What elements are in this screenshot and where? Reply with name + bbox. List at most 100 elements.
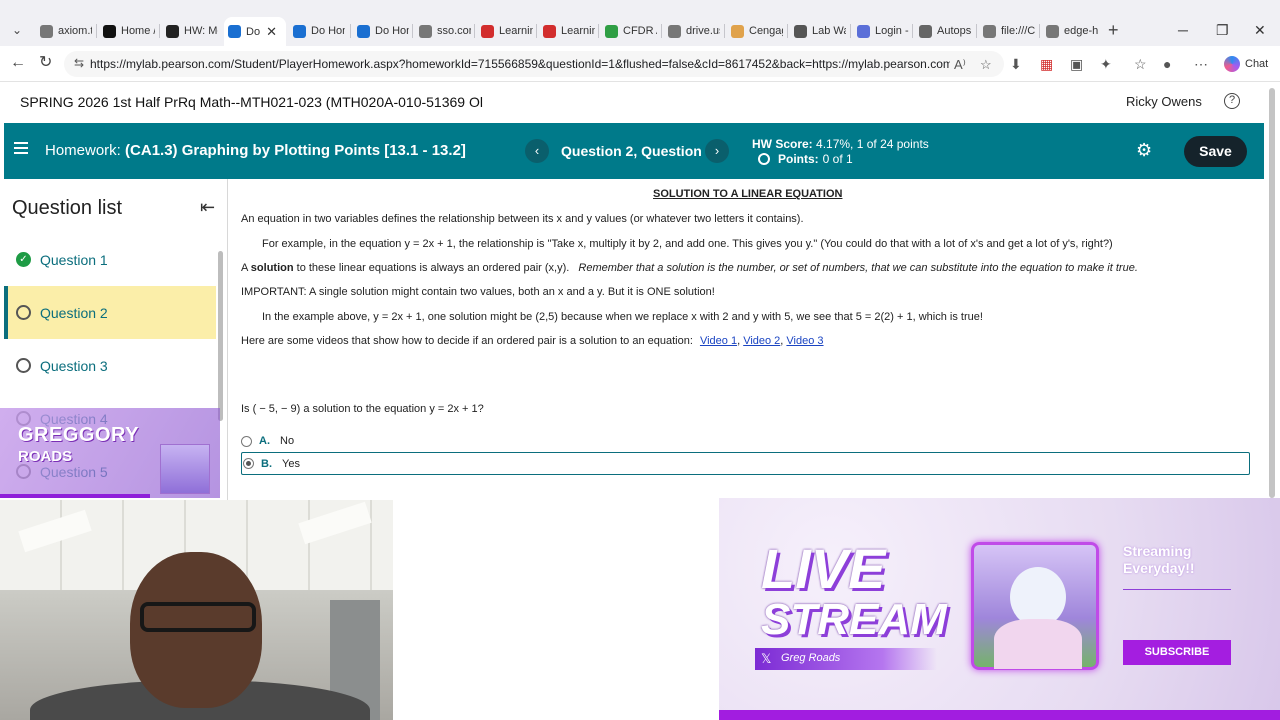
browser-tab[interactable]: drive.us — [664, 20, 720, 42]
tab-separator — [724, 24, 725, 38]
question-list-label: Question 1 — [40, 251, 108, 268]
stream-brand-overlay: GREGGORY ROADS — [0, 408, 220, 498]
page-icon — [40, 24, 53, 38]
next-question-button[interactable]: › — [705, 139, 729, 163]
video-1-link[interactable]: Video 1 — [700, 335, 737, 347]
browser-tab[interactable]: Do ✕ — [224, 17, 286, 46]
homework-title: Homework: (CA1.3) Graphing by Plotting P… — [45, 142, 466, 159]
tab-separator — [474, 24, 475, 38]
extension-icon[interactable]: ⬇ — [1010, 56, 1022, 72]
tab-label: Cengag — [749, 25, 783, 37]
question-list-scrollbar[interactable] — [218, 251, 223, 421]
video-3-link[interactable]: Video 3 — [786, 335, 823, 347]
overlay-bottom-bar — [719, 710, 1280, 720]
address-bar[interactable]: ⇆ https://mylab.pearson.com/Student/Play… — [64, 51, 1004, 77]
browser-tab[interactable]: Do Hon — [353, 20, 409, 42]
points-value: 0 of 1 — [822, 152, 853, 166]
paragraph-5: In the example above, y = 2x + 1, one so… — [262, 311, 983, 323]
copilot-icon — [1224, 56, 1240, 72]
browser-tab[interactable]: Learnin — [539, 20, 595, 42]
question-list-item[interactable]: ✓ Question 1 — [4, 233, 216, 286]
p3-bold: solution — [250, 262, 294, 274]
tab-actions-chevron-icon[interactable]: ⌄ — [6, 19, 28, 41]
tab-separator — [661, 24, 662, 38]
menu-hamburger-icon[interactable] — [14, 142, 28, 154]
cengage-icon — [481, 24, 494, 38]
favorites-icon[interactable]: ☆ — [1134, 56, 1147, 72]
browser-tab[interactable]: Do Hon — [289, 20, 345, 42]
url-text[interactable]: https://mylab.pearson.com/Student/Player… — [90, 57, 950, 71]
scrollbar-thumb[interactable] — [1269, 88, 1275, 498]
lab-icon — [794, 24, 807, 38]
minimize-icon[interactable]: ─ — [1178, 22, 1188, 38]
tab-label: Do — [246, 25, 261, 38]
browser-tab[interactable]: file:///C — [979, 20, 1035, 42]
tab-separator — [412, 24, 413, 38]
hw-score: HW Score: 4.17%, 1 of 24 points — [752, 137, 929, 151]
streaming-line-1: Streaming — [1123, 543, 1192, 559]
help-icon[interactable]: ? — [1224, 93, 1240, 109]
profile-avatar-icon[interactable]: ● — [1163, 56, 1171, 72]
browser-tab[interactable]: Autops — [915, 20, 971, 42]
more-menu-icon[interactable]: ⋯ — [1194, 56, 1208, 72]
question-list-item[interactable]: Question 2 — [4, 286, 216, 339]
favorite-star-icon[interactable]: ☆ — [980, 57, 992, 73]
homework-prefix: Homework: — [45, 142, 121, 159]
back-arrow-icon[interactable]: ← — [10, 54, 26, 72]
browser-tab[interactable]: Learnin — [477, 20, 533, 42]
new-tab-button[interactable]: + — [1108, 20, 1119, 40]
tab-separator — [787, 24, 788, 38]
live-title-line-1: LIVE — [761, 537, 886, 600]
browser-tab[interactable]: Lab Wa — [790, 20, 846, 42]
browser-tab[interactable]: edge-ht — [1042, 20, 1098, 42]
stream-avatar-image — [971, 542, 1099, 670]
site-info-icon[interactable]: ⇆ — [74, 56, 84, 70]
question-list-item[interactable]: Question 3 — [4, 339, 216, 392]
collapse-panel-icon[interactable]: ⇤ — [200, 197, 215, 218]
previous-question-button[interactable]: ‹ — [525, 139, 549, 163]
points-ring-icon — [758, 153, 770, 165]
tab-label: edge-ht — [1064, 25, 1098, 37]
hw-icon — [166, 24, 179, 38]
close-window-icon[interactable]: ✕ — [1254, 22, 1266, 39]
browser-tab[interactable]: HW: Mc — [162, 20, 218, 42]
pearson-icon — [293, 24, 306, 38]
browser-tab[interactable]: sso.com — [415, 20, 471, 42]
radio-b[interactable] — [243, 458, 254, 469]
read-aloud-icon[interactable]: A⁾ — [954, 57, 966, 73]
radio-a[interactable] — [241, 435, 252, 447]
question-label: Question 2, Question — [561, 143, 702, 159]
page-icon — [983, 24, 996, 38]
user-name[interactable]: Ricky Owens — [1126, 94, 1202, 109]
question-list-label: Question 3 — [40, 357, 108, 374]
calendar-extension-icon[interactable]: ▦ — [1040, 56, 1053, 72]
reload-icon[interactable]: ↻ — [39, 54, 52, 72]
brand-accent-bar — [0, 494, 150, 498]
content-heading: SOLUTION TO A LINEAR EQUATION — [653, 188, 843, 200]
browser-tab[interactable]: CFDR A — [601, 20, 657, 42]
browser-tab[interactable]: Home / — [99, 20, 155, 42]
streamer-glasses — [140, 602, 256, 632]
browser-tab[interactable]: Cengag — [727, 20, 783, 42]
answer-option-b[interactable]: B. Yes — [241, 452, 1250, 475]
videos-intro: Here are some videos that show how to de… — [241, 335, 693, 347]
page-scrollbar[interactable] — [1268, 82, 1276, 500]
cengage-icon — [543, 24, 556, 38]
subscribe-button: SUBSCRIBE — [1123, 640, 1231, 665]
restore-icon[interactable]: ❐ — [1216, 22, 1229, 39]
save-button[interactable]: Save — [1184, 136, 1247, 167]
close-tab-icon[interactable]: ✕ — [266, 24, 277, 40]
settings-gear-icon[interactable]: ⚙ — [1136, 140, 1152, 161]
login-icon — [857, 24, 870, 38]
streaming-text: Streaming Everyday!! — [1123, 543, 1195, 577]
video-2-link[interactable]: Video 2 — [743, 335, 780, 347]
answer-option-a[interactable]: A. No — [241, 431, 294, 451]
browser-toolbar: ← ↻ ⇆ https://mylab.pearson.com/Student/… — [0, 46, 1280, 82]
paragraph-3: A solution to these linear equations is … — [241, 262, 1138, 274]
extensions-puzzle-icon[interactable]: ✦ — [1100, 56, 1112, 72]
extension-icon-2[interactable]: ▣ — [1070, 56, 1083, 72]
answer-text-b: Yes — [282, 457, 300, 470]
copilot-chat-button[interactable]: Chat — [1224, 56, 1268, 72]
browser-tab[interactable]: axiom.tr — [36, 20, 92, 42]
browser-tab[interactable]: Login - — [853, 20, 909, 42]
